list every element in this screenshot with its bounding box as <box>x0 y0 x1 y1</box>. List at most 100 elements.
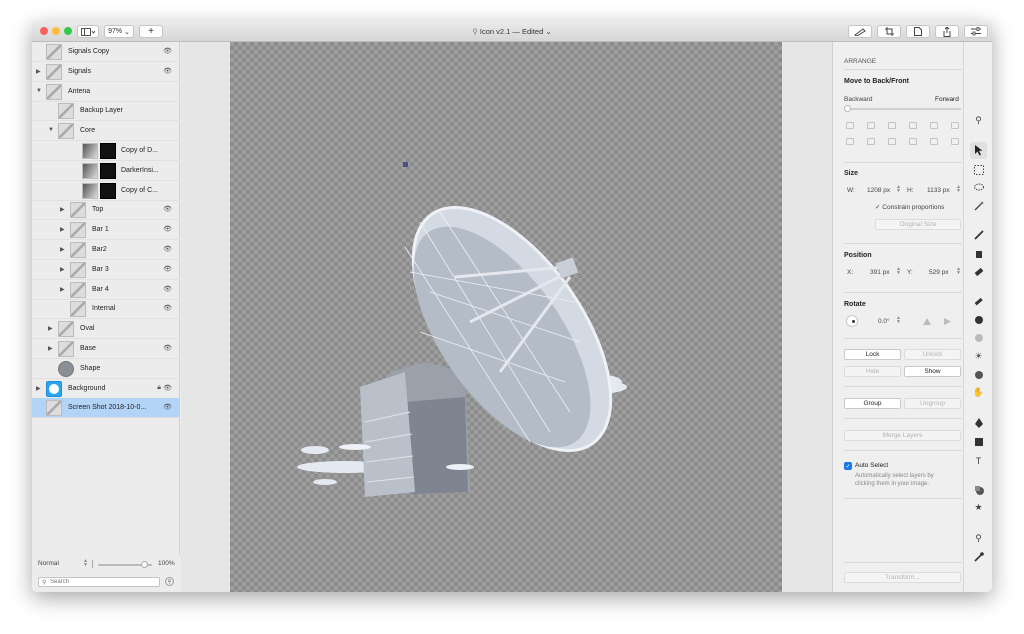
layer-row[interactable]: ▶ Bar 3 👁︎ <box>32 260 180 280</box>
layer-row[interactable]: ▶ Bar 1 👁︎ <box>32 220 180 241</box>
eye-icon[interactable]: 👁︎ <box>163 285 172 293</box>
move-to-back-front-label[interactable]: Move to Back/Front <box>844 78 909 85</box>
pen-tool-icon[interactable] <box>972 416 985 429</box>
smudge-tool-icon[interactable] <box>972 313 985 326</box>
eye-icon[interactable]: 👁︎ <box>163 47 172 55</box>
height-value[interactable]: 1133 px <box>927 187 950 194</box>
constrain-checkbox[interactable]: ✓ Constrain proportions <box>875 203 944 211</box>
arrange-slider-knob[interactable] <box>844 105 851 112</box>
opacity-slider-knob[interactable] <box>140 561 148 568</box>
eraser-tool-icon[interactable] <box>972 265 985 278</box>
brightness-tool-icon[interactable]: ☀ <box>972 350 985 363</box>
arrange-tool-icon[interactable]: ⚲ <box>972 114 985 127</box>
group-button[interactable]: Group <box>844 398 901 409</box>
rotate-dial[interactable] <box>846 315 858 327</box>
new-document-button[interactable] <box>906 25 930 38</box>
layer-row[interactable]: ▼ Antena <box>32 82 180 102</box>
unlock-button[interactable]: Unlock <box>904 349 961 360</box>
disclosure-triangle-icon[interactable]: ▶ <box>36 385 41 392</box>
width-stepper[interactable]: ▲ ▼ <box>896 185 901 194</box>
disclosure-triangle-icon[interactable]: ▶ <box>48 345 53 352</box>
layer-row[interactable]: Copy of C... <box>32 181 180 201</box>
align-center-h-icon[interactable] <box>867 122 875 129</box>
zoom-tool-icon[interactable]: ⚲ <box>972 532 985 545</box>
filter-icon[interactable]: ⚲ <box>165 577 174 586</box>
rectangle-tool-icon[interactable] <box>972 435 985 448</box>
blur-tool-icon[interactable] <box>972 331 985 344</box>
distribute-bottom-icon[interactable] <box>888 138 896 145</box>
shapes-tool-icon[interactable] <box>972 483 985 496</box>
eye-icon[interactable]: 👁︎ <box>163 403 172 411</box>
layer-row[interactable]: ▶ Background 🔒︎ 👁︎ <box>32 379 180 399</box>
radio-telescope-image[interactable] <box>230 42 782 592</box>
move-tool-icon[interactable] <box>970 142 987 159</box>
align-center-v-icon[interactable] <box>930 122 938 129</box>
layer-search-field[interactable]: ⚲ <box>38 577 160 587</box>
marquee-tool-icon[interactable] <box>972 163 985 176</box>
rotate-title[interactable]: Rotate <box>844 301 866 308</box>
eye-icon[interactable]: 👁︎ <box>163 67 172 75</box>
star-tool-icon[interactable]: ★ <box>972 501 985 514</box>
eyedropper-tool-icon[interactable] <box>972 550 985 563</box>
rotate-stepper[interactable]: ▲ ▼ <box>896 316 901 325</box>
eye-icon[interactable]: 👁︎ <box>163 265 172 273</box>
layer-row[interactable]: Internal 👁︎ <box>32 299 180 320</box>
brush-tool-icon[interactable] <box>972 228 985 241</box>
y-stepper[interactable]: ▲ ▼ <box>956 267 961 276</box>
disclosure-triangle-icon[interactable]: ▶ <box>60 246 65 253</box>
text-tool-icon[interactable]: T <box>972 454 985 467</box>
layer-row[interactable]: ▶ Signals 👁︎ <box>32 62 180 82</box>
layer-row[interactable]: DarkerInsi... <box>32 161 180 181</box>
size-title[interactable]: Size <box>844 170 858 177</box>
eye-icon[interactable]: 👁︎ <box>163 304 172 312</box>
y-value[interactable]: 529 px <box>929 269 949 276</box>
ungroup-button[interactable]: Ungroup <box>904 398 961 409</box>
image-canvas[interactable] <box>230 42 782 592</box>
layer-row[interactable]: ▶ Top 👁︎ <box>32 200 180 221</box>
magic-wand-tool-icon[interactable] <box>972 199 985 212</box>
show-button[interactable]: Show <box>904 366 961 377</box>
disclosure-triangle-icon[interactable]: ▶ <box>48 325 53 332</box>
search-input[interactable] <box>50 578 155 586</box>
transform-button[interactable]: Transform... <box>844 572 961 583</box>
layer-row[interactable]: Backup Layer <box>32 101 180 122</box>
layer-row[interactable]: ▶ Bar2 👁︎ <box>32 240 180 260</box>
original-size-button[interactable]: Original Size <box>875 219 961 230</box>
lock-icon[interactable]: 🔒︎ <box>157 384 161 392</box>
hand-tool-icon[interactable]: ✋ <box>972 386 985 399</box>
layer-row[interactable]: ▼ Core <box>32 121 180 142</box>
disclosure-triangle-icon[interactable]: ▶ <box>60 226 65 233</box>
auto-select-label[interactable]: Auto Select <box>855 462 888 469</box>
flip-horizontal-icon[interactable] <box>943 317 953 326</box>
disclosure-triangle-icon[interactable]: ▶ <box>60 286 65 293</box>
sponge-tool-icon[interactable] <box>972 368 985 381</box>
distribute-center-h-icon[interactable] <box>930 138 938 145</box>
adjust-button[interactable] <box>964 25 988 38</box>
clone-tool-icon[interactable] <box>972 295 985 308</box>
paint-bucket-tool-icon[interactable] <box>972 247 985 260</box>
lock-button[interactable]: Lock <box>844 349 901 360</box>
crop-button[interactable] <box>877 25 901 38</box>
pen-tool-button[interactable] <box>848 25 872 38</box>
blend-mode-select[interactable]: Normal <box>38 560 59 567</box>
merge-layers-button[interactable]: Merge Layers <box>844 430 961 441</box>
x-stepper[interactable]: ▲ ▼ <box>896 267 901 276</box>
layer-row[interactable]: Screen Shot 2018-10-0... 👁︎ <box>32 398 180 419</box>
layer-row[interactable]: ▶ Base 👁︎ <box>32 339 180 359</box>
height-stepper[interactable]: ▲ ▼ <box>956 185 961 194</box>
layer-row[interactable]: Copy of D... <box>32 141 180 161</box>
eye-icon[interactable]: 👁︎ <box>163 225 172 233</box>
opacity-slider[interactable] <box>98 561 152 568</box>
distribute-center-v-icon[interactable] <box>867 138 875 145</box>
position-title[interactable]: Position <box>844 252 872 259</box>
disclosure-triangle-icon[interactable]: ▶ <box>36 68 41 75</box>
width-value[interactable]: 1208 px <box>867 187 890 194</box>
align-bottom-icon[interactable] <box>951 122 959 129</box>
auto-select-checkbox[interactable]: ✓ <box>844 462 852 470</box>
layer-row[interactable]: ▶ Oval <box>32 319 180 340</box>
disclosure-triangle-icon[interactable]: ▼ <box>48 127 54 133</box>
x-value[interactable]: 391 px <box>870 269 890 276</box>
layer-row[interactable]: Shape <box>32 359 180 379</box>
disclosure-triangle-icon[interactable]: ▶ <box>60 206 65 213</box>
eye-icon[interactable]: 👁︎ <box>163 384 172 392</box>
